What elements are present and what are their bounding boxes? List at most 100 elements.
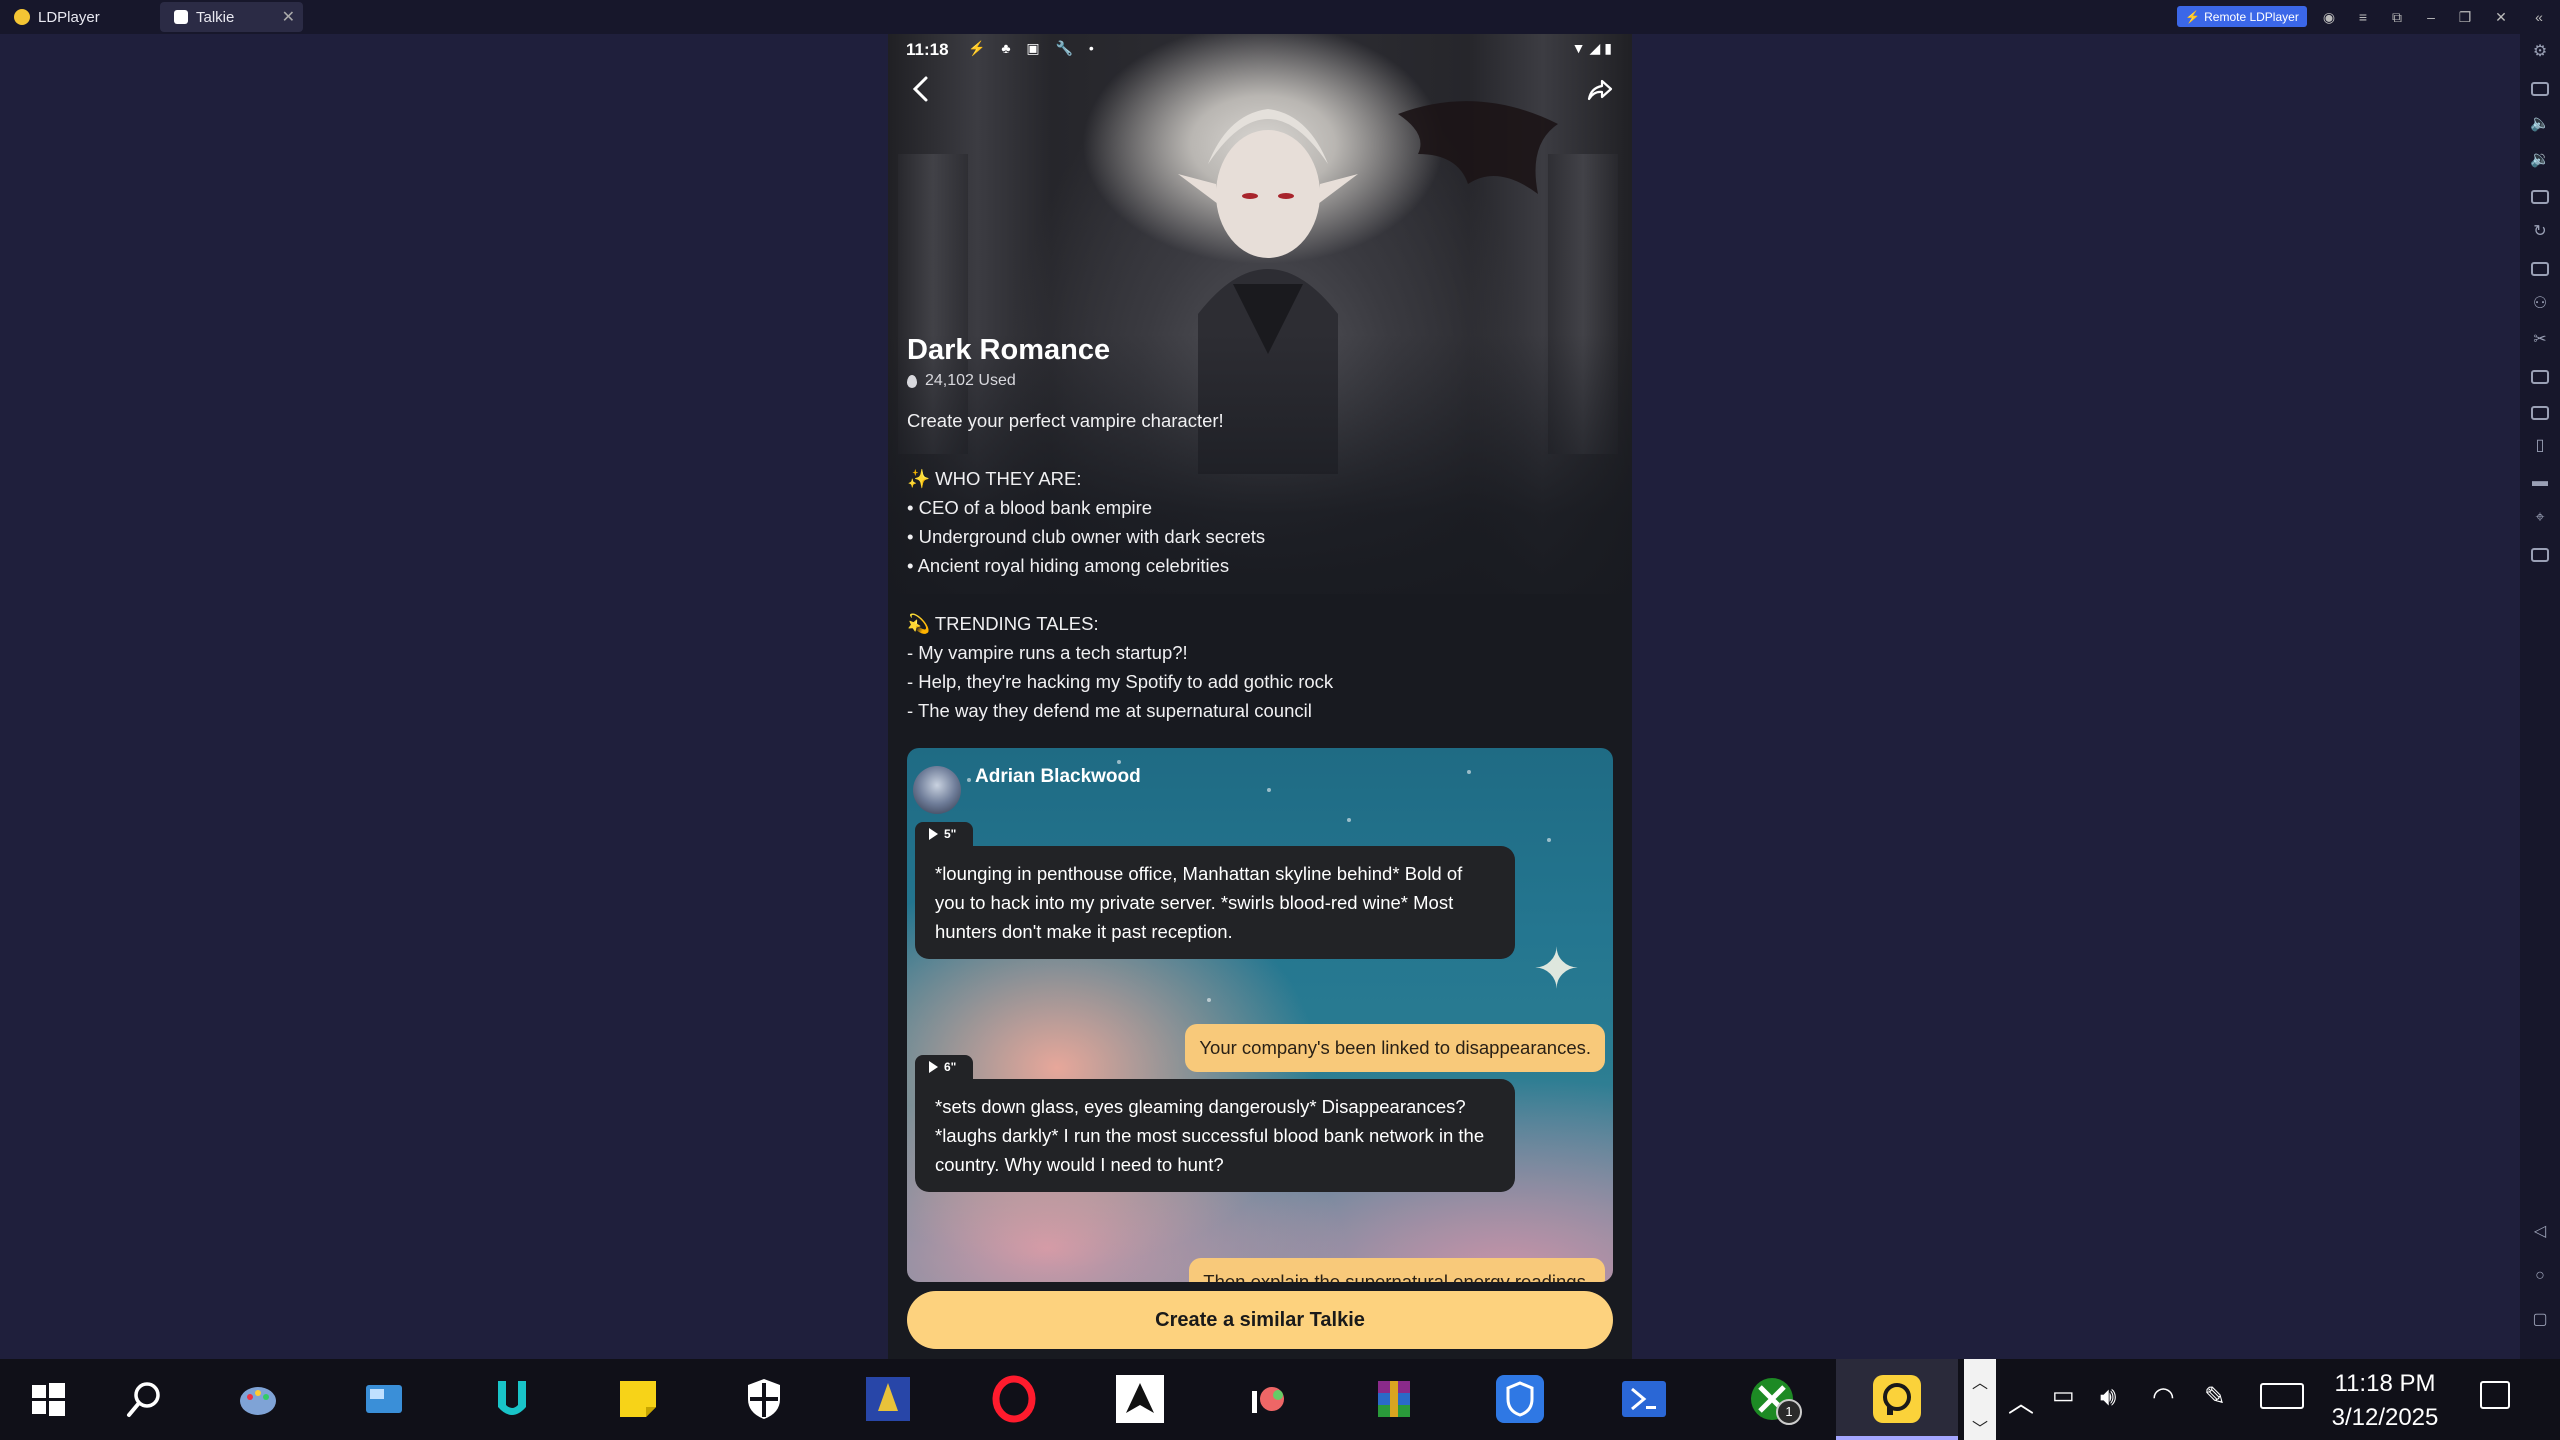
system-clock[interactable]: 11:18 PM 3/12/2025 [2320,1367,2450,1435]
character-avatar[interactable] [913,766,961,814]
character-message: *lounging in penthouse office, Manhattan… [915,846,1515,959]
clock-date: 3/12/2025 [2331,1404,2439,1431]
create-similar-talkie-button[interactable]: Create a similar Talkie [907,1291,1613,1349]
xbox-app-button[interactable]: 1 [1748,1375,1802,1425]
remote-ldplayer-button[interactable]: ⚡ Remote LDPlayer [2177,6,2307,27]
remote-label: Remote LDPlayer [2204,9,2299,24]
usage-count: 24,102 Used [907,372,1016,390]
description-line: - My vampire runs a tech startup?! [907,642,1188,663]
ldplayer-taskbar-button[interactable] [1836,1359,1958,1440]
minimize-icon[interactable]: – [2420,6,2442,28]
description-line: ✨ WHO THEY ARE: [907,468,1082,489]
star-decoration [967,778,971,782]
chevron-down-icon[interactable]: ﹀ [1964,1415,1996,1439]
wifi-icon[interactable]: ◠ [2152,1381,2175,1412]
tab-ldplayer[interactable]: LDPlayer [0,2,150,32]
close-window-icon[interactable]: ✕ [2490,6,2512,28]
multi-window-icon[interactable]: ⧉ [2386,6,2408,28]
emulator-side-toolbar: ⚙ 🔈 🔉 ↻ ⚇ ✂ ▯ ▬ ⌖ ◁ ○ ▢ [2520,34,2560,1359]
back-arrow-icon[interactable] [908,74,934,104]
screenshot-icon[interactable] [2531,190,2549,204]
talkie-title: Dark Romance [907,334,1111,366]
operation-record-icon[interactable] [2531,548,2549,562]
keyboard-mapping-icon[interactable] [2531,82,2549,96]
inkscape-app-icon[interactable] [1116,1375,1164,1423]
description-line: • CEO of a blood bank empire [907,497,1153,518]
shake-icon[interactable]: ▯ [2530,436,2550,456]
character-name: Adrian Blackwood [975,766,1141,787]
menu-icon[interactable]: ≡ [2352,6,2374,28]
account-icon[interactable]: ◉ [2318,6,2340,28]
voice-play-button[interactable]: 5" [915,822,973,846]
bat-wing-illustration [1398,101,1558,194]
close-tab-icon[interactable]: ✕ [282,7,295,27]
sparkle-icon: ✦ [1533,937,1580,1000]
volume-icon[interactable]: 🔊︎ [2100,1381,2116,1413]
voice-duration: 5" [944,827,957,841]
description-line: • Ancient royal hiding among celebrities [907,555,1230,576]
settings-icon[interactable]: ⚙ [2530,42,2550,62]
windows-start-icon[interactable] [24,1375,72,1423]
usage-count-text: 24,102 Used [925,372,1016,389]
taskbar-scroll[interactable]: ︿ ﹀ [1964,1359,1996,1440]
volume-down-icon[interactable]: 🔉 [2530,150,2550,170]
android-home-icon[interactable]: ○ [2530,1266,2550,1286]
lightning-icon: ⚡ [2185,9,2201,24]
location-icon[interactable]: ⌖ [2530,508,2550,528]
scissors-icon[interactable]: ✂ [2530,330,2550,350]
search-icon[interactable] [120,1375,168,1423]
ldplayer-icon [1873,1375,1921,1423]
user-message: Your company's been linked to disappeara… [1185,1024,1605,1072]
video-icon[interactable] [2531,370,2549,384]
record-icon[interactable] [2531,262,2549,276]
tab-label: LDPlayer [38,8,100,26]
description-line: - The way they defend me at supernatural… [907,700,1312,721]
winrar-icon[interactable] [1370,1375,1418,1423]
sync-icon[interactable]: ↻ [2530,222,2550,242]
folder-icon[interactable]: ▬ [2530,472,2550,492]
description-line: • Underground club owner with dark secre… [907,526,1266,547]
paint-app-icon[interactable] [234,1375,282,1423]
voice-play-button[interactable]: 6" [915,1055,973,1079]
windows-security-icon[interactable] [740,1375,788,1423]
drop-icon [907,374,917,388]
game-app-icon[interactable] [864,1375,912,1423]
status-system-icons: ▼◢▮ [1571,40,1616,56]
touch-keyboard-icon[interactable] [2260,1383,2304,1409]
status-notification-icons: ⚡ ♣ ▣ 🔧 • [968,40,1100,56]
description-line: Create your perfect vampire character! [907,410,1224,431]
star-decoration [1347,818,1351,822]
description-line: - Help, they're hacking my Spotify to ad… [907,671,1334,692]
windows-taskbar: 1 ︿ ﹀ ︿ ▭ 🔊︎ ◠ ✎ 11:18 PM 3/12/2025 [0,1359,2560,1440]
sticky-notes-icon[interactable] [614,1375,662,1423]
chat-preview-card[interactable]: ✦ Adrian Blackwood 5" *lounging in penth… [907,748,1613,1282]
collapse-sidebar-icon[interactable]: « [2528,6,2550,28]
show-hidden-icons[interactable]: ︿ [2008,1383,2034,1420]
emulator-title-bar: LDPlayer Talkie ✕ ⚡ Remote LDPlayer ◉ ≡ … [0,0,2560,34]
control-panel-icon[interactable] [360,1375,408,1423]
pen-icon[interactable]: ✎ [2204,1381,2226,1412]
vpn-shield-icon[interactable] [1496,1375,1544,1423]
battery-icon[interactable]: ▭ [2052,1381,2075,1410]
powershell-icon[interactable] [1620,1375,1668,1423]
apk-icon[interactable] [2531,406,2549,420]
clock-time: 11:18 PM [2334,1370,2436,1397]
android-back-icon[interactable]: ◁ [2530,1222,2550,1242]
ultraviewer-icon[interactable] [488,1375,536,1423]
play-icon [929,828,938,840]
restore-icon[interactable]: ❐ [2454,6,2476,28]
star-decoration [1467,770,1471,774]
volume-up-icon[interactable]: 🔈 [2530,114,2550,134]
robot-icon[interactable]: ⚇ [2530,294,2550,314]
star-decoration [1207,998,1211,1002]
notification-center-icon[interactable] [2480,1381,2510,1409]
android-recents-icon[interactable]: ▢ [2530,1310,2550,1330]
star-decoration [1117,760,1121,764]
share-icon[interactable] [1586,76,1614,104]
talkie-description: Create your perfect vampire character! ✨… [907,406,1607,725]
chevron-up-icon[interactable]: ︿ [1964,1369,1996,1393]
color-picker-icon[interactable] [1244,1375,1292,1423]
opera-browser-icon[interactable] [990,1375,1038,1423]
ldplayer-logo-icon [14,9,30,25]
tab-talkie[interactable]: Talkie ✕ [160,2,303,32]
